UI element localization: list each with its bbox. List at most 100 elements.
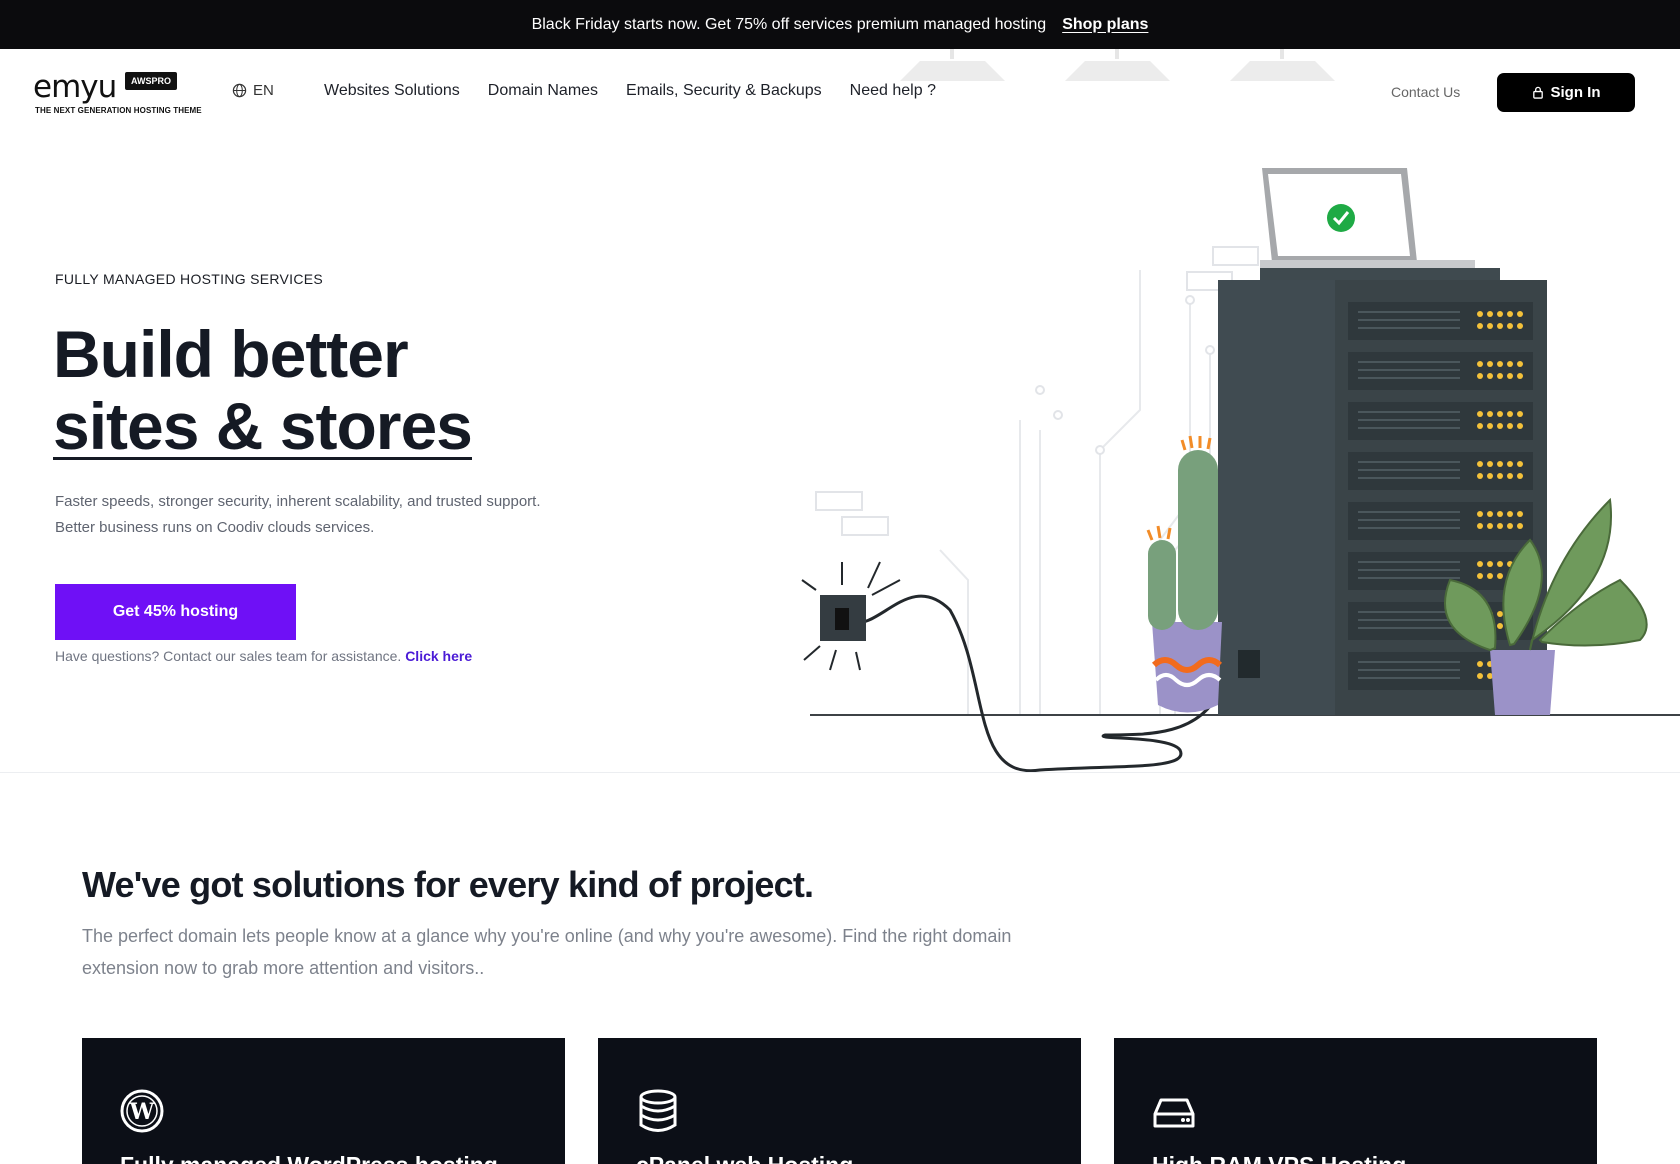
- rack-led: [1477, 473, 1483, 479]
- rack-led: [1487, 423, 1493, 429]
- rack-led: [1517, 461, 1523, 467]
- rack-led: [1497, 361, 1503, 367]
- rack-led: [1487, 523, 1493, 529]
- solution-card-wordpress[interactable]: W Fully managed WordPress hosting: [82, 1038, 565, 1164]
- promo-text: Black Friday starts now. Get 75% off ser…: [531, 15, 1047, 33]
- rack-led: [1497, 573, 1503, 579]
- rack-led: [1477, 561, 1483, 567]
- sign-in-button[interactable]: Sign In: [1497, 73, 1635, 112]
- rack-led: [1497, 373, 1503, 379]
- rack-led: [1507, 311, 1513, 317]
- rack-led: [1517, 473, 1523, 479]
- rack-led: [1497, 311, 1503, 317]
- rack-led: [1497, 611, 1503, 617]
- rack-led: [1517, 523, 1523, 529]
- language-label: EN: [253, 82, 274, 99]
- solution-card-title: cPanel web Hosting: [636, 1152, 853, 1164]
- section-divider: [0, 772, 1680, 773]
- rack-led: [1487, 411, 1493, 417]
- solutions-cards: W Fully managed WordPress hosting cPanel…: [82, 1038, 1597, 1164]
- wordpress-icon: W: [120, 1089, 164, 1133]
- rack-led: [1477, 323, 1483, 329]
- get-hosting-button[interactable]: Get 45% hosting: [55, 584, 296, 640]
- rack-led: [1477, 311, 1483, 317]
- rack-led: [1487, 361, 1493, 367]
- rack-led: [1517, 323, 1523, 329]
- rack-led: [1487, 373, 1493, 379]
- hero-title-line1: Build better: [53, 317, 409, 391]
- logo-tagline: THE NEXT GENERATION HOSTING THEME: [35, 106, 202, 115]
- logo-badge: AWSPRO: [125, 72, 178, 90]
- rack-led: [1497, 561, 1503, 567]
- site-header: emyu AWSPRO THE NEXT GENERATION HOSTING …: [0, 49, 1680, 137]
- rack-led: [1497, 323, 1503, 329]
- rack-led: [1497, 623, 1503, 629]
- rack-led: [1487, 473, 1493, 479]
- rack-led: [1487, 311, 1493, 317]
- rack-led: [1507, 423, 1513, 429]
- rack-led: [1507, 461, 1513, 467]
- rack-led: [1487, 511, 1493, 517]
- server-icon: [1153, 1098, 1195, 1128]
- nav-need-help[interactable]: Need help ?: [850, 82, 936, 100]
- site-logo[interactable]: emyu AWSPRO THE NEXT GENERATION HOSTING …: [33, 69, 213, 119]
- rack-led: [1487, 561, 1493, 567]
- shop-plans-link[interactable]: Shop plans: [1062, 16, 1148, 34]
- rack-led: [1507, 473, 1513, 479]
- rack-led: [1497, 473, 1503, 479]
- lock-icon: [1532, 86, 1543, 99]
- rack-led: [1507, 323, 1513, 329]
- rack-led: [1497, 461, 1503, 467]
- hero-title: Build better sites & stores: [53, 317, 473, 463]
- nav-domain-names[interactable]: Domain Names: [488, 82, 598, 100]
- rack-led: [1497, 411, 1503, 417]
- globe-icon: [232, 83, 247, 98]
- rack-led: [1487, 461, 1493, 467]
- rack-led: [1477, 361, 1483, 367]
- language-selector[interactable]: EN: [232, 82, 274, 99]
- promo-bar: Black Friday starts now. Get 75% off ser…: [0, 0, 1680, 49]
- rack-led: [1517, 361, 1523, 367]
- rack-led: [1517, 423, 1523, 429]
- rack-led: [1477, 661, 1483, 667]
- hero-description: Faster speeds, stronger security, inhere…: [55, 493, 541, 536]
- rack-led: [1507, 373, 1513, 379]
- rack-led: [1497, 423, 1503, 429]
- ceiling-lamps-decoration: [900, 49, 1335, 81]
- help-text: Have questions? Contact our sales team f…: [55, 648, 402, 664]
- rack-led: [1507, 523, 1513, 529]
- contact-us-link[interactable]: Contact Us: [1391, 84, 1460, 100]
- rack-led: [1477, 461, 1483, 467]
- rack-led: [1477, 373, 1483, 379]
- rack-led: [1477, 423, 1483, 429]
- rack-led: [1477, 511, 1483, 517]
- rack-led: [1477, 673, 1483, 679]
- database-icon: [639, 1089, 677, 1132]
- nav-websites-solutions[interactable]: Websites Solutions: [324, 82, 460, 100]
- solution-card-vps[interactable]: High RAM VPS Hosting: [1114, 1038, 1597, 1164]
- rack-led: [1497, 511, 1503, 517]
- rack-led: [1517, 311, 1523, 317]
- main-nav: Websites Solutions Domain Names Emails, …: [324, 82, 936, 100]
- click-here-link[interactable]: Click here: [405, 648, 472, 664]
- rack-led: [1477, 411, 1483, 417]
- hero-help: Have questions? Contact our sales team f…: [55, 648, 472, 664]
- rack-led: [1517, 373, 1523, 379]
- hero-title-line2: sites & stores: [53, 389, 473, 463]
- rack-led: [1507, 511, 1513, 517]
- rack-led: [1477, 523, 1483, 529]
- solution-card-cpanel[interactable]: cPanel web Hosting: [598, 1038, 1081, 1164]
- solutions-title: We've got solutions for every kind of pr…: [82, 864, 814, 905]
- rack-led: [1507, 361, 1513, 367]
- rack-led: [1487, 323, 1493, 329]
- hero-eyebrow: FULLY MANAGED HOSTING SERVICES: [55, 271, 324, 287]
- rack-led: [1497, 523, 1503, 529]
- solution-card-title: Fully managed WordPress hosting: [120, 1152, 498, 1164]
- solutions-description: The perfect domain lets people know at a…: [82, 926, 1012, 978]
- nav-emails-security-backups[interactable]: Emails, Security & Backups: [626, 82, 822, 100]
- rack-led: [1487, 573, 1493, 579]
- svg-text:W: W: [129, 1099, 155, 1125]
- sign-in-label: Sign In: [1550, 84, 1601, 101]
- server-illustration: [801, 168, 1680, 772]
- rack-led: [1507, 411, 1513, 417]
